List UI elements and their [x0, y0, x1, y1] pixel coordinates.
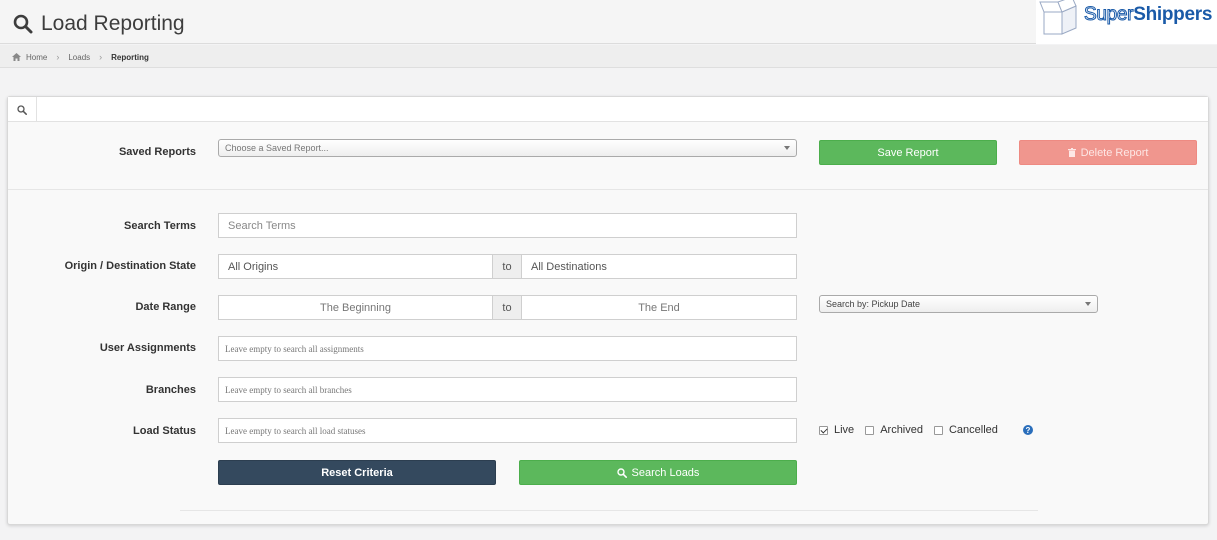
search-terms-input[interactable]: Search Terms	[218, 213, 797, 238]
load-status-label: Load Status	[133, 425, 196, 437]
search-loads-label: Search Loads	[631, 466, 700, 479]
chevron-right-icon: ›	[56, 52, 60, 62]
search-terms-label: Search Terms	[124, 220, 196, 232]
panel-search-tab[interactable]	[8, 97, 37, 122]
date-range-to: to	[492, 295, 522, 320]
load-status-input[interactable]: Leave empty to search all load statuses	[218, 418, 797, 443]
saved-reports-label: Saved Reports	[118, 146, 196, 158]
cancelled-label: Cancelled	[948, 424, 998, 436]
origin-destination-label: Origin / Destination State	[64, 260, 196, 272]
search-by-select[interactable]: Search by: Pickup Date	[819, 295, 1098, 313]
delete-report-button[interactable]: Delete Report	[1019, 140, 1197, 165]
section-divider	[8, 189, 1208, 190]
chevron-down-icon	[784, 146, 790, 150]
trash-icon	[1067, 148, 1076, 157]
save-report-button[interactable]: Save Report	[819, 140, 997, 165]
origin-destination-to: to	[492, 254, 522, 279]
search-loads-button[interactable]: Search Loads	[519, 460, 797, 485]
user-assignments-input[interactable]: Leave empty to search all assignments	[218, 336, 797, 361]
reset-criteria-button[interactable]: Reset Criteria	[218, 460, 496, 485]
date-start-input[interactable]: The Beginning	[218, 295, 493, 320]
date-end-input[interactable]: The End	[521, 295, 797, 320]
page-header: Load Reporting SuperShippers	[0, 0, 1217, 44]
archived-label: Archived	[880, 424, 923, 436]
box-logo-icon	[1039, 0, 1077, 35]
status-archived-option[interactable]: Archived	[865, 424, 923, 436]
breadcrumb-loads[interactable]: Loads	[68, 53, 90, 62]
destination-state-input[interactable]: All Destinations	[521, 254, 797, 279]
cancelled-checkbox[interactable]	[933, 425, 943, 435]
saved-report-select-value: Choose a Saved Report...	[225, 143, 329, 153]
panel-footer-divider	[180, 510, 1038, 511]
breadcrumb-home[interactable]: Home	[26, 53, 47, 62]
search-icon	[616, 467, 627, 478]
page-title: Load Reporting	[13, 12, 185, 36]
origin-state-input[interactable]: All Origins	[218, 254, 493, 279]
live-label: Live	[834, 424, 855, 436]
status-live-option[interactable]: Live	[819, 424, 854, 436]
branches-input[interactable]: Leave empty to search all branches	[218, 377, 797, 402]
search-by-select-value: Search by: Pickup Date	[826, 299, 921, 309]
saved-report-select[interactable]: Choose a Saved Report...	[218, 139, 797, 157]
user-assignments-label: User Assignments	[99, 342, 196, 354]
breadcrumb: Home › Loads › Reporting	[12, 52, 149, 62]
breadcrumb-current: Reporting	[111, 52, 149, 62]
supershippers-logo[interactable]: SuperShippers	[1036, 0, 1217, 44]
chevron-down-icon	[1085, 302, 1091, 306]
breadcrumb-bar: Home › Loads › Reporting	[0, 45, 1217, 68]
chevron-right-icon: ›	[99, 52, 103, 62]
panel-header	[8, 97, 1208, 122]
delete-report-label: Delete Report	[1080, 146, 1149, 159]
load-status-checkboxes: Live Archived Cancelled ?	[819, 424, 1033, 436]
date-range-label: Date Range	[135, 301, 196, 313]
logo-shippers: Shippers	[1133, 4, 1213, 25]
page-title-text: Load Reporting	[41, 12, 185, 35]
search-icon	[13, 14, 33, 34]
report-panel: Saved Reports Choose a Saved Report... S…	[7, 96, 1209, 525]
status-cancelled-option[interactable]: Cancelled	[933, 424, 998, 436]
logo-super: Super	[1083, 4, 1134, 26]
logo-text: SuperShippers	[1083, 4, 1213, 26]
archived-checkbox[interactable]	[865, 425, 875, 435]
search-icon	[17, 104, 27, 115]
branches-label: Branches	[145, 384, 196, 396]
live-checkbox[interactable]	[819, 425, 828, 435]
home-icon	[12, 53, 21, 61]
help-icon[interactable]: ?	[1022, 425, 1033, 435]
